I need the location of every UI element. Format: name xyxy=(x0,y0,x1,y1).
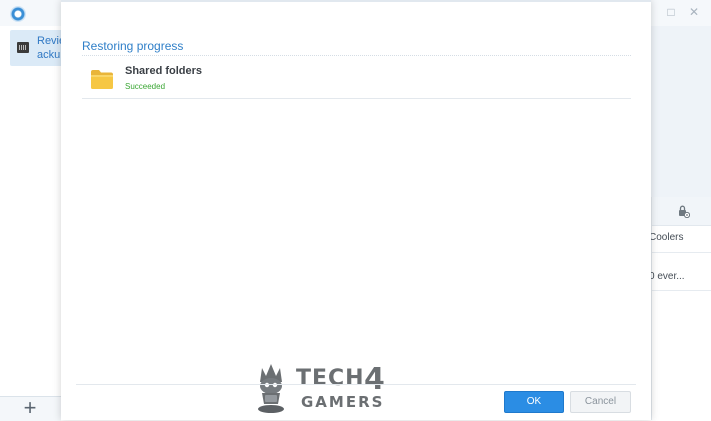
task-status: Succeeded xyxy=(125,82,166,91)
footer-divider xyxy=(76,384,636,385)
task-name: Shared folders xyxy=(125,65,203,77)
restore-progress-dialog: Restoring progress Shared folders Succee… xyxy=(61,0,651,420)
details-text: Coolers xyxy=(649,232,684,243)
mascot-icon xyxy=(258,364,284,413)
add-button[interactable]: + xyxy=(18,397,42,419)
dialog-top-border xyxy=(61,0,651,2)
ok-button[interactable]: OK xyxy=(504,391,564,413)
details-panel-header xyxy=(652,197,711,226)
sidebar: Revie ackup xyxy=(0,26,66,396)
task-row: Shared folders Succeeded xyxy=(82,58,631,99)
details-divider xyxy=(652,290,711,291)
backup-task-icon xyxy=(17,42,29,53)
sidebar-footer: + xyxy=(0,396,61,421)
lock-settings-icon[interactable] xyxy=(678,205,690,218)
details-text: 0 ever... xyxy=(649,271,685,282)
folder-icon xyxy=(91,70,113,89)
watermark-numeral: 4 xyxy=(364,362,386,397)
details-panel: Coolers 0 ever... xyxy=(649,197,711,420)
sidebar-item-selected[interactable]: Revie ackup xyxy=(10,30,66,66)
title-divider xyxy=(82,55,631,57)
dialog-title: Restoring progress xyxy=(82,39,184,53)
maximize-icon[interactable]: □ xyxy=(665,6,677,18)
tech4gamers-watermark: TECH 4 GAMERS xyxy=(254,362,396,414)
close-icon[interactable]: ✕ xyxy=(688,6,700,18)
cancel-button[interactable]: Cancel xyxy=(570,391,631,413)
watermark-gamers: GAMERS xyxy=(301,393,385,411)
details-divider xyxy=(652,252,711,253)
app-logo-icon xyxy=(10,6,26,22)
watermark-tech: TECH xyxy=(296,366,365,391)
